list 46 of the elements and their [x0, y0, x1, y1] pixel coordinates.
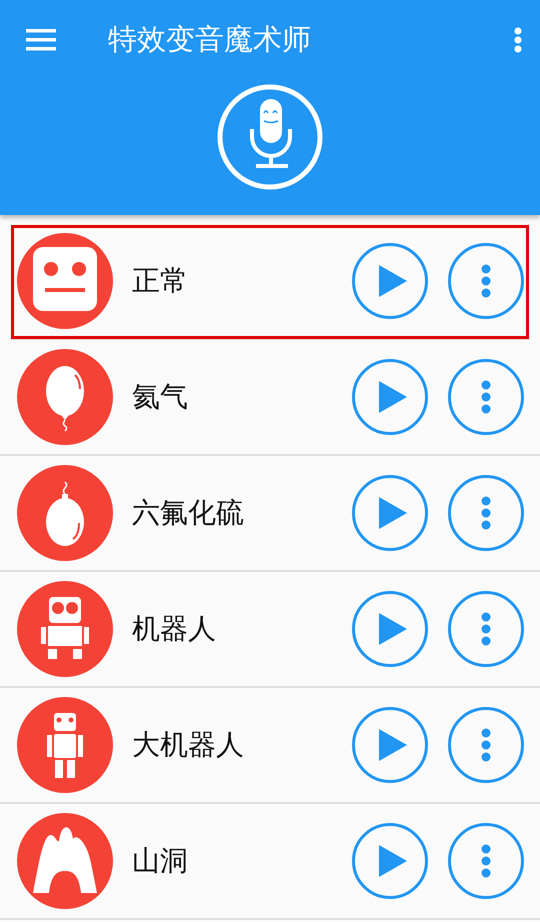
cave-icon [17, 813, 113, 909]
play-button[interactable] [352, 823, 428, 899]
effect-row[interactable]: 大机器人 [0, 688, 540, 804]
more-options-button[interactable] [448, 359, 524, 435]
effect-row[interactable]: 氦气 [0, 340, 540, 456]
effect-row[interactable]: 机器人 [0, 572, 540, 688]
more-options-button[interactable] [448, 823, 524, 899]
play-icon [379, 497, 407, 529]
play-icon [379, 265, 407, 297]
effect-name: 山洞 [132, 843, 189, 879]
more-vertical-icon [481, 728, 491, 762]
effect-row[interactable]: 六氟化硫 [0, 456, 540, 572]
more-vertical-icon [481, 612, 491, 646]
effect-name: 大机器人 [132, 727, 245, 763]
app-title: 特效变音魔术师 [108, 21, 312, 58]
record-microphone-button[interactable] [216, 83, 324, 191]
more-vertical-icon [481, 844, 491, 878]
play-icon [379, 381, 407, 413]
play-icon [379, 613, 407, 645]
play-button[interactable] [352, 359, 428, 435]
more-options-button[interactable] [448, 475, 524, 551]
play-button[interactable] [352, 591, 428, 667]
effect-name: 六氟化硫 [132, 495, 245, 531]
effect-name: 机器人 [132, 611, 217, 647]
more-vertical-icon [481, 264, 491, 298]
play-button[interactable] [352, 243, 428, 319]
egg-balloon-icon [17, 465, 113, 561]
effect-row[interactable]: 山洞 [0, 804, 540, 920]
more-options-button[interactable] [448, 591, 524, 667]
effect-name: 正常 [132, 263, 189, 299]
play-icon [379, 729, 407, 761]
effect-row[interactable]: 正常 [10, 224, 530, 340]
more-vertical-icon [481, 380, 491, 414]
play-button[interactable] [352, 475, 428, 551]
menu-icon[interactable] [26, 29, 56, 51]
robot-face-icon [17, 233, 113, 329]
play-icon [379, 845, 407, 877]
overflow-menu-icon[interactable] [514, 27, 522, 53]
play-button[interactable] [352, 707, 428, 783]
effect-name: 氦气 [132, 379, 189, 415]
more-vertical-icon [481, 496, 491, 530]
more-options-button[interactable] [448, 707, 524, 783]
tall-robot-icon [17, 697, 113, 793]
robot-icon [17, 581, 113, 677]
more-options-button[interactable] [448, 243, 524, 319]
balloon-icon [17, 349, 113, 445]
